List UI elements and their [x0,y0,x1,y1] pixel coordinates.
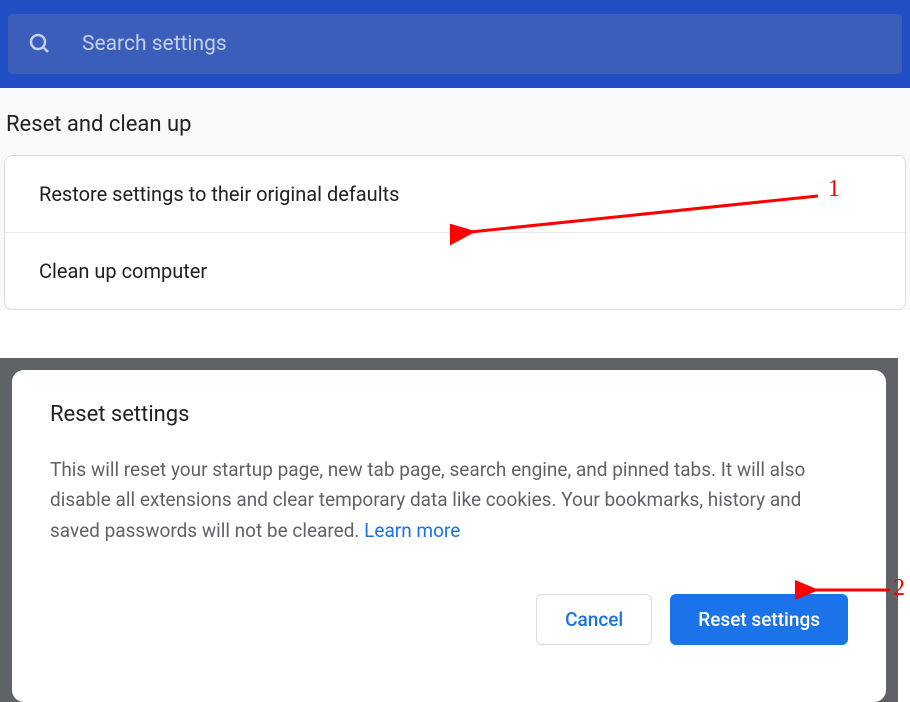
search-placeholder: Search settings [82,32,227,56]
search-settings-input[interactable]: Search settings [8,14,902,74]
options-card: Restore settings to their original defau… [4,155,906,310]
reset-settings-button[interactable]: Reset settings [670,594,848,645]
header-bar: Search settings [0,0,910,88]
reset-settings-dialog: Reset settings This will reset your star… [12,370,886,702]
content-area: Reset and clean up Restore settings to t… [0,88,910,310]
cancel-button[interactable]: Cancel [536,594,652,645]
search-icon [28,32,52,56]
learn-more-link[interactable]: Learn more [364,519,460,542]
section-title: Reset and clean up [0,88,910,155]
modal-actions: Cancel Reset settings [50,594,848,645]
restore-defaults-option[interactable]: Restore settings to their original defau… [5,156,905,233]
modal-overlay: Reset settings This will reset your star… [0,358,898,702]
cleanup-computer-option[interactable]: Clean up computer [5,233,905,309]
modal-title: Reset settings [50,402,848,427]
modal-body: This will reset your startup page, new t… [50,455,848,546]
